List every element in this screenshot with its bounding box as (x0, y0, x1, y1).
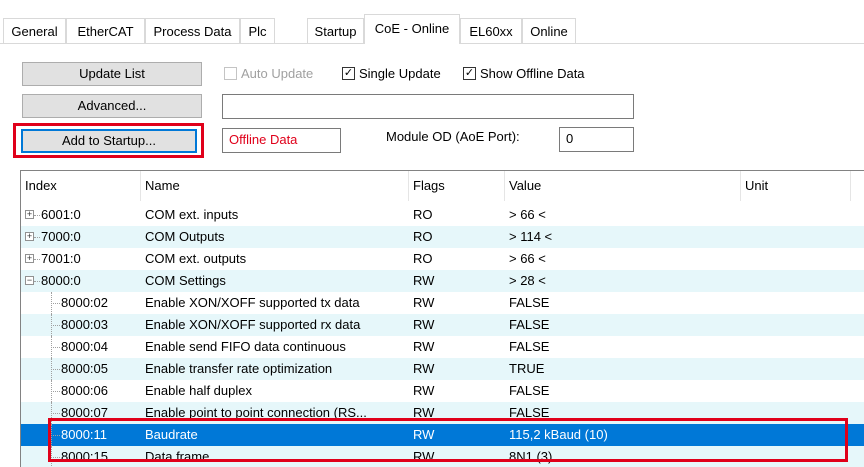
name-cell: COM Settings (145, 273, 226, 288)
tab-strip: General EtherCAT Process Data Plc Startu… (0, 14, 864, 44)
highlight-box-baudrate (48, 418, 848, 462)
tab-plc[interactable]: Plc (240, 18, 275, 43)
tree-connector (51, 347, 60, 348)
object-row[interactable]: 8000:03 Enable XON/XOFF supported rx data… (21, 314, 864, 336)
flags-cell: RO (413, 251, 433, 266)
object-row[interactable]: 8000:05 Enable transfer rate optimization… (21, 358, 864, 380)
column-header-unit[interactable]: Unit (741, 171, 851, 201)
checkbox-icon (224, 67, 237, 80)
checkmark-icon: ✓ (463, 67, 476, 80)
name-cell: COM Outputs (145, 229, 225, 244)
object-row[interactable]: +7001:0 COM ext. outputs RO > 66 < (21, 248, 864, 270)
update-list-button[interactable]: Update List (22, 62, 202, 86)
tree-connector (34, 281, 40, 282)
value-cell: FALSE (509, 383, 550, 398)
index-cell: 6001:0 (41, 207, 81, 222)
tree-connector (51, 391, 60, 392)
name-cell: Enable transfer rate optimization (145, 361, 333, 376)
object-row[interactable]: 8000:06 Enable half duplex RW FALSE (21, 380, 864, 402)
flags-cell: RW (413, 295, 435, 310)
tree-connector (34, 215, 40, 216)
value-cell: > 66 < (509, 207, 546, 222)
value-cell: > 28 < (509, 273, 546, 288)
tab-coe-online[interactable]: CoE - Online (364, 14, 460, 44)
flags-cell: RW (413, 361, 435, 376)
show-offline-data-checkbox[interactable]: ✓ Show Offline Data (463, 66, 585, 81)
tree-connector (34, 259, 40, 260)
collapse-icon[interactable]: − (25, 276, 34, 285)
object-row[interactable]: −8000:0 COM Settings RW > 28 < (21, 270, 864, 292)
advanced-button[interactable]: Advanced... (22, 94, 202, 118)
tree-connector (34, 237, 40, 238)
object-row[interactable]: 8000:02 Enable XON/XOFF supported tx data… (21, 292, 864, 314)
tab-online[interactable]: Online (522, 18, 576, 43)
filter-input[interactable] (222, 94, 634, 119)
object-row[interactable]: 8000:04 Enable send FIFO data continuous R… (21, 336, 864, 358)
flags-cell: RO (413, 229, 433, 244)
expand-icon[interactable]: + (25, 254, 34, 263)
index-cell: 8000:03 (61, 317, 108, 332)
name-cell: Enable half duplex (145, 383, 252, 398)
column-header-value[interactable]: Value (505, 171, 741, 201)
name-cell: Enable XON/XOFF supported rx data (145, 317, 361, 332)
name-cell: Enable send FIFO data continuous (145, 339, 346, 354)
tree-connector (51, 303, 60, 304)
name-cell: Enable XON/XOFF supported tx data (145, 295, 360, 310)
index-cell: 8000:06 (61, 383, 108, 398)
tab-el60xx[interactable]: EL60xx (460, 18, 522, 43)
value-cell: FALSE (509, 339, 550, 354)
module-od-label: Module OD (AoE Port): (386, 129, 520, 144)
index-cell: 7000:0 (41, 229, 81, 244)
show-offline-data-label: Show Offline Data (480, 66, 585, 81)
module-od-input[interactable]: 0 (559, 127, 634, 152)
value-cell: > 114 < (509, 229, 553, 244)
object-row[interactable]: +7000:0 COM Outputs RO > 114 < (21, 226, 864, 248)
flags-cell: RW (413, 273, 435, 288)
flags-cell: RW (413, 339, 435, 354)
tree-connector (51, 413, 60, 414)
auto-update-label: Auto Update (241, 66, 314, 81)
value-cell: FALSE (509, 317, 550, 332)
column-header-flags[interactable]: Flags (409, 171, 505, 201)
object-row[interactable]: +6001:0 COM ext. inputs RO > 66 < (21, 204, 864, 226)
tree-connector (51, 369, 60, 370)
expand-icon[interactable]: + (25, 210, 34, 219)
value-cell: FALSE (509, 295, 550, 310)
index-cell: 8000:0 (41, 273, 81, 288)
column-header-row: Index Name Flags Value Unit (21, 171, 864, 201)
single-update-checkbox[interactable]: ✓ Single Update (342, 66, 441, 81)
value-cell: > 66 < (509, 251, 546, 266)
checkmark-icon: ✓ (342, 67, 355, 80)
tab-startup[interactable]: Startup (307, 18, 364, 43)
tab-ethercat[interactable]: EtherCAT (66, 18, 145, 43)
auto-update-checkbox[interactable]: Auto Update (224, 66, 313, 81)
index-cell: 8000:04 (61, 339, 108, 354)
index-cell: 8000:05 (61, 361, 108, 376)
name-cell: COM ext. outputs (145, 251, 247, 266)
tree-connector (51, 325, 60, 326)
column-header-index[interactable]: Index (21, 171, 141, 201)
column-header-name[interactable]: Name (141, 171, 409, 201)
single-update-label: Single Update (359, 66, 441, 81)
flags-cell: RW (413, 317, 435, 332)
tab-process-data[interactable]: Process Data (145, 18, 240, 43)
index-cell: 8000:02 (61, 295, 108, 310)
flags-cell: RO (413, 207, 433, 222)
name-cell: COM ext. inputs (145, 207, 239, 222)
add-to-startup-button[interactable]: Add to Startup... (21, 129, 197, 153)
expand-icon[interactable]: + (25, 232, 34, 241)
flags-cell: RW (413, 383, 435, 398)
tab-general[interactable]: General (3, 18, 66, 43)
index-cell: 7001:0 (41, 251, 81, 266)
value-cell: TRUE (509, 361, 545, 376)
offline-data-indicator: Offline Data (222, 128, 341, 153)
